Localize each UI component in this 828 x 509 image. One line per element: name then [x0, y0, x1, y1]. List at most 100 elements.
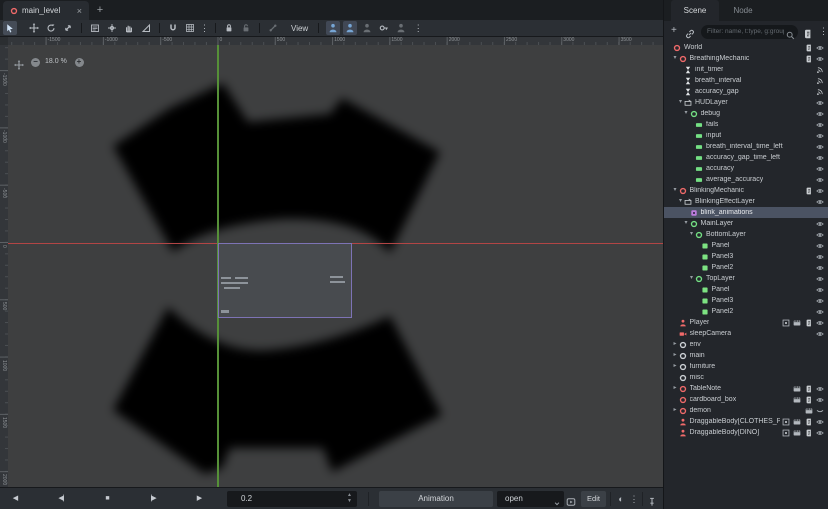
tree-row[interactable]: ▾TopLayer — [664, 273, 828, 284]
tree-row[interactable]: input — [664, 130, 828, 141]
eye-icon[interactable] — [815, 187, 827, 195]
zoom-in-button[interactable]: + — [75, 58, 84, 67]
tree-row[interactable]: misc — [664, 372, 828, 383]
tree-row[interactable]: accuracy_gap — [664, 86, 828, 97]
script-icon[interactable] — [803, 319, 815, 327]
animation-name-dropdown[interactable]: open — [497, 491, 564, 507]
expand-arrow-icon[interactable]: ▸ — [672, 361, 679, 372]
script-icon[interactable] — [803, 55, 815, 63]
magnet-tool-button[interactable] — [166, 21, 180, 35]
stop-button[interactable]: ■ — [84, 488, 130, 509]
movie-icon[interactable] — [792, 396, 804, 404]
eye-icon[interactable] — [815, 110, 827, 118]
expand-arrow-icon[interactable]: ▸ — [672, 405, 679, 416]
script-icon[interactable] — [803, 396, 815, 404]
movie-icon[interactable] — [792, 385, 804, 393]
expand-arrow-icon[interactable]: ▾ — [683, 218, 690, 229]
tree-row[interactable]: Player — [664, 317, 828, 328]
signal-icon[interactable] — [815, 88, 827, 96]
tree-row[interactable]: ▾debug — [664, 108, 828, 119]
instance-icon[interactable] — [780, 418, 792, 426]
eye-icon[interactable] — [815, 165, 827, 173]
eye-icon[interactable] — [815, 308, 827, 316]
eye-icon[interactable] — [815, 99, 827, 107]
eye-icon[interactable] — [815, 143, 827, 151]
person-tool-button[interactable] — [360, 21, 374, 35]
dots-tool-button[interactable]: ⋮ — [411, 21, 425, 35]
cursor-tool-button[interactable] — [3, 21, 17, 35]
spinbox-arrows[interactable]: ▲▼ — [347, 493, 352, 504]
eye-icon[interactable] — [815, 220, 827, 228]
movie-icon[interactable] — [792, 418, 804, 426]
select-list-tool-button[interactable] — [88, 21, 102, 35]
movie-icon[interactable] — [803, 407, 815, 415]
zoom-out-button[interactable]: − — [31, 58, 40, 67]
eye-icon[interactable] — [815, 385, 827, 393]
eye-icon[interactable] — [815, 297, 827, 305]
tree-row[interactable]: Panel3 — [664, 251, 828, 262]
signal-icon[interactable] — [815, 77, 827, 85]
expand-arrow-icon[interactable]: ▾ — [677, 97, 684, 108]
tree-row[interactable]: cardboard_box — [664, 394, 828, 405]
tree-row[interactable]: accuracy — [664, 163, 828, 174]
tree-row[interactable]: World — [664, 42, 828, 53]
tree-row[interactable]: breath_interval — [664, 75, 828, 86]
tree-row[interactable]: ▸furniture — [664, 361, 828, 372]
movie-icon[interactable] — [792, 319, 804, 327]
tree-row[interactable]: ▾BlinkingEffectLayer — [664, 196, 828, 207]
unlock-tool-button[interactable] — [239, 21, 253, 35]
tree-row[interactable]: accuracy_gap_time_left — [664, 152, 828, 163]
expand-arrow-icon[interactable]: ▾ — [677, 196, 684, 207]
eye-icon[interactable] — [815, 286, 827, 294]
animation-time-spinbox[interactable]: 0.2 ▲▼ — [227, 491, 357, 507]
tree-row[interactable]: ▾HUDLayer — [664, 97, 828, 108]
expand-arrow-icon[interactable]: ▾ — [688, 229, 695, 240]
eye-icon[interactable] — [815, 418, 827, 426]
expand-arrow-icon[interactable]: ▾ — [683, 108, 690, 119]
rotate-tool-button[interactable] — [44, 21, 58, 35]
script-icon[interactable] — [803, 385, 815, 393]
scene-tab-main-level[interactable]: main_level × — [3, 1, 89, 20]
tree-row[interactable]: init_timer — [664, 64, 828, 75]
expand-arrow-icon[interactable]: ▸ — [672, 383, 679, 394]
tree-row[interactable]: ▾BottomLayer — [664, 229, 828, 240]
play-reverse-button[interactable]: ◀ — [0, 488, 38, 509]
expand-arrow-icon[interactable]: ▾ — [688, 273, 695, 284]
script-icon[interactable] — [803, 187, 815, 195]
dock-menu-icon[interactable]: ⋮ — [819, 26, 828, 36]
eye-icon[interactable] — [815, 242, 827, 250]
close-icon[interactable]: × — [75, 6, 84, 16]
play-back-end-button[interactable]: ◀| — [38, 488, 84, 509]
person-tool-button[interactable] — [343, 21, 357, 35]
eye-icon[interactable] — [815, 253, 827, 261]
eye-icon[interactable] — [815, 154, 827, 162]
eye-icon[interactable] — [815, 132, 827, 140]
tree-row[interactable]: DraggableBody[CLOTHES_PI — [664, 416, 828, 427]
attach-script-icon[interactable] — [803, 26, 813, 36]
tree-row[interactable]: Panel2 — [664, 306, 828, 317]
tab-scene[interactable]: Scene — [671, 0, 719, 21]
instance-scene-icon[interactable] — [685, 26, 695, 36]
tree-row[interactable]: blink_animations — [664, 207, 828, 218]
add-node-button[interactable]: + — [671, 26, 677, 36]
view-menu-button[interactable]: View — [284, 21, 315, 35]
animation-menu-button[interactable]: Animation — [379, 491, 493, 507]
move-tool-button[interactable] — [27, 21, 41, 35]
tree-row[interactable]: ▾BreathingMechanic — [664, 53, 828, 64]
tree-row[interactable]: ▸demon — [664, 405, 828, 416]
onion-skinning-button[interactable]: ◐ — [614, 491, 628, 507]
tree-row[interactable]: fails — [664, 119, 828, 130]
tree-row[interactable]: Panel3 — [664, 295, 828, 306]
eye-icon[interactable] — [815, 121, 827, 129]
eye-icon[interactable] — [815, 319, 827, 327]
script-icon[interactable] — [803, 429, 815, 437]
eye-icon[interactable] — [815, 231, 827, 239]
2d-viewport-canvas[interactable]: − 18.0 % + — [8, 45, 663, 487]
eye-icon[interactable] — [815, 176, 827, 184]
script-icon[interactable] — [803, 418, 815, 426]
person-tool-button[interactable] — [394, 21, 408, 35]
pan-tool-button[interactable] — [122, 21, 136, 35]
eye-icon[interactable] — [815, 396, 827, 404]
bone-tool-button[interactable] — [266, 21, 280, 35]
pin-icon[interactable] — [647, 494, 657, 509]
